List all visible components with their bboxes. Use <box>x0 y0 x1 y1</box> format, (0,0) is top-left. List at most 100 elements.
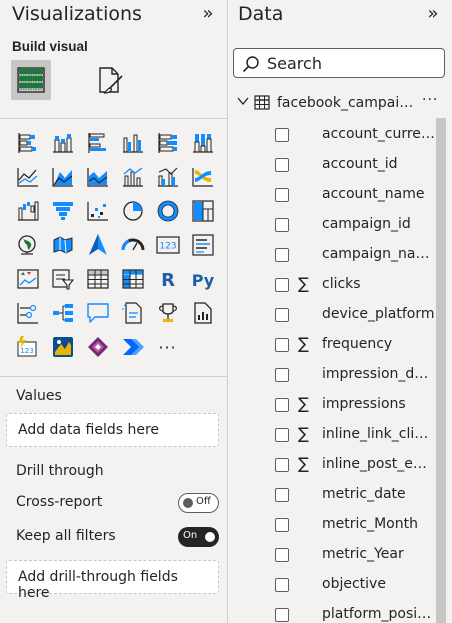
field-checkbox[interactable] <box>275 458 289 472</box>
stacked-bar-chart-icon[interactable] <box>10 126 45 160</box>
line-and-stacked-column-chart-icon[interactable] <box>115 160 150 194</box>
field-row[interactable]: ∑ inline_post_engagement <box>228 450 436 480</box>
field-checkbox[interactable] <box>275 428 289 442</box>
field-row[interactable]: metric_Year <box>228 540 436 570</box>
line-and-clustered-column-chart-icon[interactable] <box>150 160 185 194</box>
scatter-chart-icon[interactable] <box>80 194 115 228</box>
field-checkbox[interactable] <box>275 518 289 532</box>
table-node[interactable]: facebook_campaign_metrics ··· <box>234 92 444 116</box>
matrix-icon[interactable] <box>115 262 150 296</box>
field-row[interactable]: platform_position <box>228 600 436 623</box>
field-row[interactable]: campaign_name <box>228 240 436 270</box>
sum-icon: ∑ <box>298 394 309 413</box>
power-apps-icon[interactable] <box>80 330 115 364</box>
field-row[interactable]: ∑ frequency <box>228 330 436 360</box>
field-checkbox[interactable] <box>275 548 289 562</box>
clustered-column-chart-icon[interactable] <box>115 126 150 160</box>
stacked-area-chart-icon[interactable] <box>80 160 115 194</box>
power-apps-card-icon[interactable]: 123 <box>10 330 45 364</box>
field-row[interactable]: impression_device <box>228 360 436 390</box>
field-label: inline_link_clicks <box>322 426 435 442</box>
key-influencers-icon[interactable] <box>10 296 45 330</box>
search-box[interactable] <box>233 48 445 78</box>
multi-row-card-icon[interactable] <box>185 228 220 262</box>
field-row[interactable]: metric_Month <box>228 510 436 540</box>
gauge-icon[interactable] <box>115 228 150 262</box>
field-row[interactable]: account_name <box>228 180 436 210</box>
field-label: device_platform <box>322 306 435 322</box>
area-chart-icon[interactable] <box>45 160 80 194</box>
svg-text:123: 123 <box>159 242 176 252</box>
cross-report-toggle[interactable]: Off <box>178 493 219 513</box>
azure-map-icon[interactable] <box>80 228 115 262</box>
format-visual-button[interactable] <box>92 62 128 98</box>
ribbon-chart-icon[interactable] <box>185 160 220 194</box>
stacked-column-chart-icon[interactable] <box>45 126 80 160</box>
field-checkbox[interactable] <box>275 278 289 292</box>
100-stacked-bar-chart-icon[interactable] <box>150 126 185 160</box>
100-stacked-column-chart-icon[interactable] <box>185 126 220 160</box>
field-checkbox[interactable] <box>275 188 289 202</box>
field-checkbox[interactable] <box>275 158 289 172</box>
separator <box>0 118 227 119</box>
python-visual-icon[interactable]: Py <box>185 262 220 296</box>
build-visual-button[interactable] <box>11 60 51 100</box>
map-icon[interactable] <box>10 228 45 262</box>
field-row[interactable]: device_platform <box>228 300 436 330</box>
waterfall-chart-icon[interactable] <box>10 194 45 228</box>
table-icon[interactable] <box>80 262 115 296</box>
field-row[interactable]: account_id <box>228 150 436 180</box>
values-dropzone[interactable]: Add data fields here <box>6 413 219 447</box>
field-checkbox[interactable] <box>275 128 289 142</box>
field-label: account_id <box>322 156 398 172</box>
clustered-bar-chart-icon[interactable] <box>80 126 115 160</box>
treemap-icon[interactable] <box>185 194 220 228</box>
more-options-icon[interactable]: ··· <box>422 92 438 108</box>
field-row[interactable]: campaign_id <box>228 210 436 240</box>
table-name: facebook_campaign_metrics <box>277 95 417 111</box>
search-input[interactable] <box>267 52 439 74</box>
donut-chart-icon[interactable] <box>150 194 185 228</box>
filled-map-icon[interactable] <box>45 228 80 262</box>
field-row[interactable]: ∑ impressions <box>228 390 436 420</box>
field-checkbox[interactable] <box>275 488 289 502</box>
r-script-visual-icon[interactable]: R <box>150 262 185 296</box>
card-icon[interactable]: 123 <box>150 228 185 262</box>
field-checkbox[interactable] <box>275 398 289 412</box>
arcgis-map-icon[interactable] <box>45 330 80 364</box>
drill-through-dropzone[interactable]: Add drill-through fields here <box>6 560 219 601</box>
field-row[interactable]: account_currency <box>228 120 436 150</box>
field-checkbox[interactable] <box>275 608 289 622</box>
slicer-icon[interactable] <box>45 262 80 296</box>
paintbrush-page-icon <box>99 67 123 94</box>
collapse-data-icon[interactable]: » <box>422 4 444 26</box>
line-chart-icon[interactable] <box>10 160 45 194</box>
decomposition-tree-icon[interactable] <box>45 296 80 330</box>
more-visuals-button[interactable]: ··· <box>150 330 185 364</box>
field-checkbox[interactable] <box>275 218 289 232</box>
kpi-icon[interactable] <box>10 262 45 296</box>
field-checkbox[interactable] <box>275 578 289 592</box>
table-icon <box>254 95 270 110</box>
field-row[interactable]: metric_date <box>228 480 436 510</box>
field-row[interactable]: ∑ clicks <box>228 270 436 300</box>
field-label: metric_Month <box>322 516 418 532</box>
field-checkbox[interactable] <box>275 308 289 322</box>
keep-all-filters-toggle[interactable]: On <box>178 527 219 547</box>
field-row[interactable]: ∑ inline_link_clicks <box>228 420 436 450</box>
collapse-visualizations-icon[interactable]: » <box>197 4 219 26</box>
funnel-chart-icon[interactable] <box>45 194 80 228</box>
field-checkbox[interactable] <box>275 338 289 352</box>
data-pane-scrollbar[interactable] <box>436 118 446 623</box>
field-row[interactable]: objective <box>228 570 436 600</box>
chevron-down-icon[interactable] <box>236 94 250 108</box>
pie-chart-icon[interactable] <box>115 194 150 228</box>
field-checkbox[interactable] <box>275 368 289 382</box>
goals-trophy-icon[interactable] <box>150 296 185 330</box>
paginated-report-icon[interactable] <box>185 296 220 330</box>
field-checkbox[interactable] <box>275 248 289 262</box>
q-and-a-icon[interactable] <box>80 296 115 330</box>
svg-text:Py: Py <box>191 271 214 290</box>
power-automate-icon[interactable] <box>115 330 150 364</box>
smart-narrative-icon[interactable] <box>115 296 150 330</box>
